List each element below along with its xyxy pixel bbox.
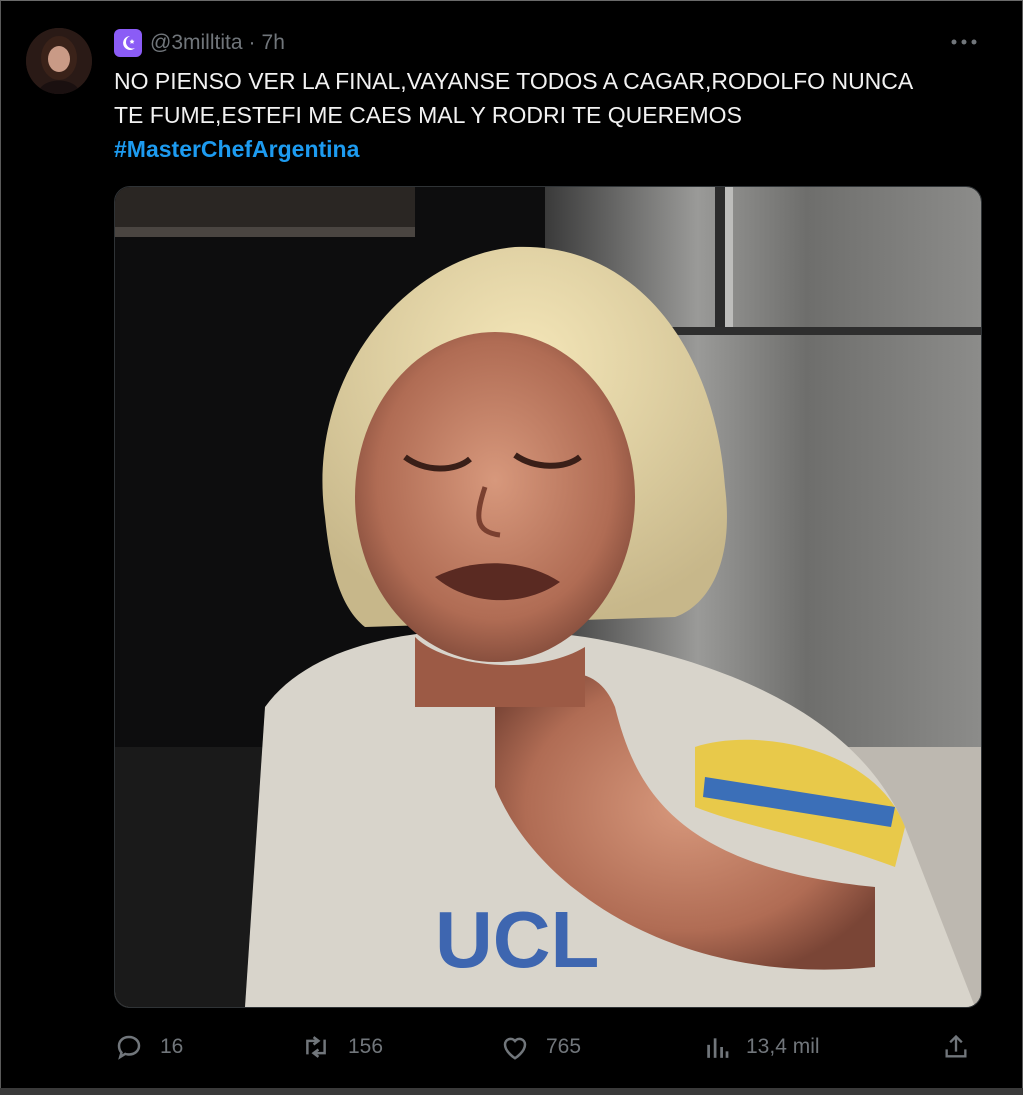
user-handle[interactable]: @3milltita: [150, 31, 243, 55]
views-button[interactable]: 13,4 mil: [704, 1030, 820, 1064]
tweet-text-line: TE FUME,ESTEFI ME CAES MAL Y RODRI TE QU…: [114, 102, 742, 128]
views-chart-icon: [707, 1038, 729, 1058]
share-icon: [945, 1034, 967, 1058]
reply-icon: [117, 1035, 141, 1060]
user-avatar[interactable]: [26, 28, 92, 94]
bottom-divider: [0, 1088, 1023, 1095]
tweet-actions: 16 156 765 13,4 mil: [114, 1030, 980, 1064]
retweet-button[interactable]: 156: [300, 1030, 383, 1064]
views-count: 13,4 mil: [746, 1035, 820, 1058]
tweet-card[interactable]: @3milltita · 7h NO PIENSO VER LA FINAL,V…: [0, 0, 1021, 1093]
timestamp[interactable]: 7h: [262, 31, 285, 55]
tweet-text: NO PIENSO VER LA FINAL,VAYANSE TODOS A C…: [114, 64, 984, 166]
reply-count: 16: [160, 1035, 184, 1058]
retweet-icon: [306, 1036, 326, 1058]
separator-dot: ·: [248, 31, 256, 54]
tweet-header: @3milltita · 7h: [114, 29, 285, 57]
reply-button[interactable]: 16: [114, 1030, 183, 1064]
hashtag-link[interactable]: #MasterChefArgentina: [114, 132, 984, 166]
like-count: 765: [546, 1035, 582, 1058]
shirt-print: UCL: [435, 895, 599, 984]
tweet-text-line: NO PIENSO VER LA FINAL,VAYANSE TODOS A C…: [114, 68, 914, 94]
like-button[interactable]: 765: [500, 1030, 581, 1064]
moon-star-icon: [114, 29, 142, 57]
tweet-media-image[interactable]: UCL: [114, 186, 982, 1008]
retweet-count: 156: [348, 1035, 384, 1058]
heart-icon: [503, 1037, 527, 1060]
more-horizontal-icon[interactable]: [949, 30, 979, 54]
share-button[interactable]: [942, 1030, 970, 1064]
